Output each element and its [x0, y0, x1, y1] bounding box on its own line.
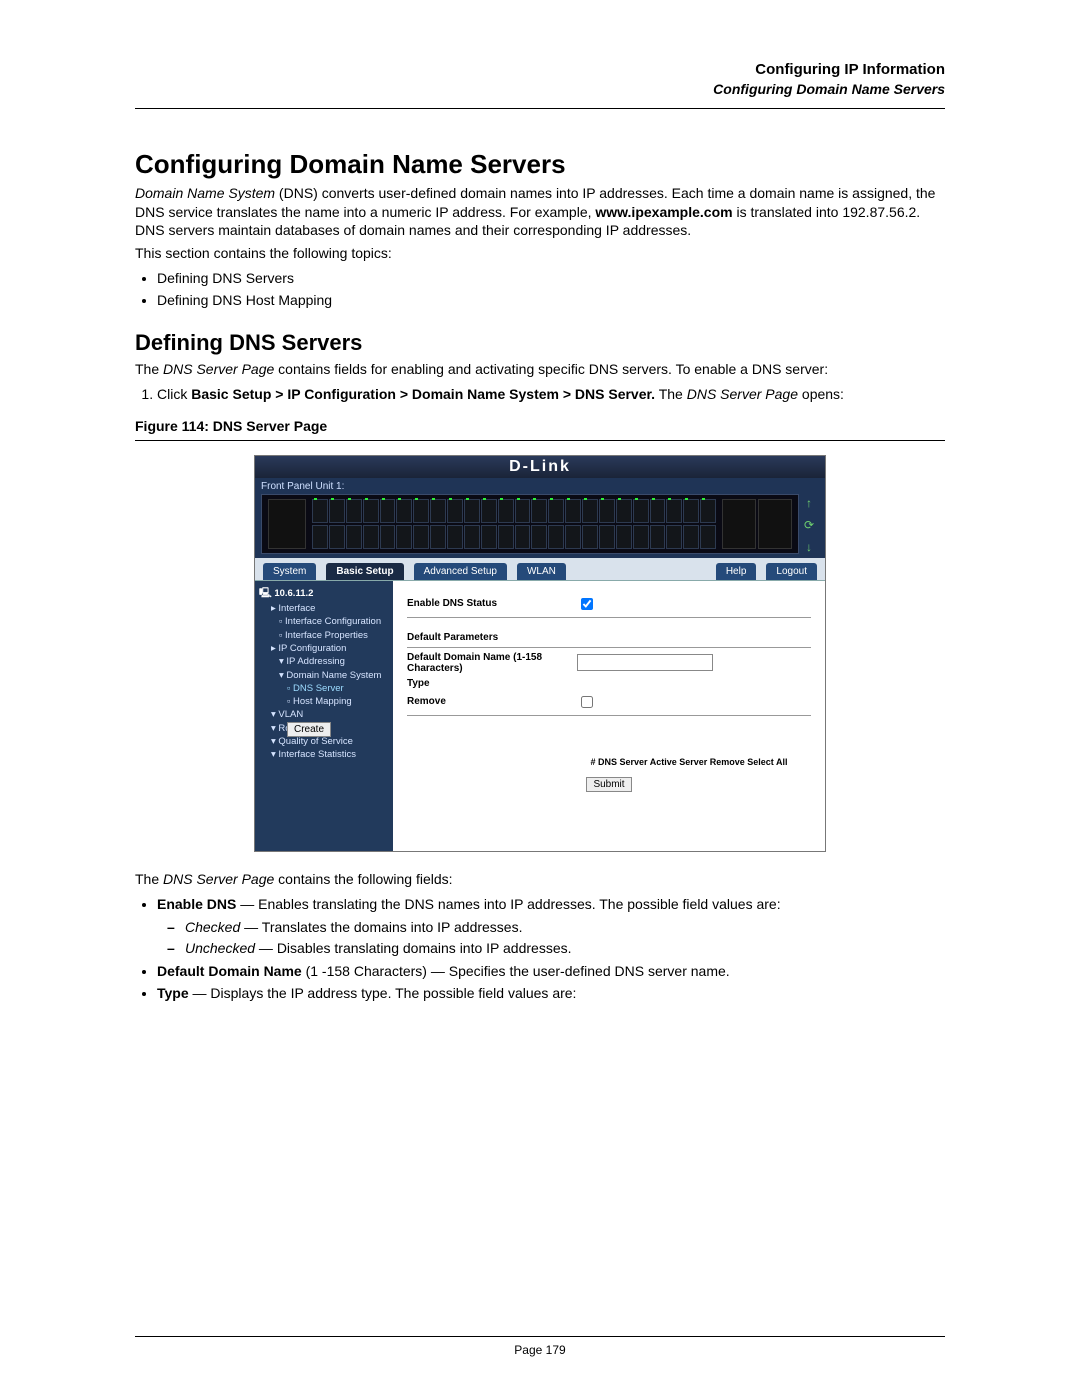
dns-server-page-screenshot: D-Link Front Panel Unit 1: [254, 455, 826, 852]
enable-dns-label: Enable DNS Status [407, 598, 577, 609]
topics-list: Defining DNS Servers Defining DNS Host M… [157, 269, 945, 310]
step-item: Click Basic Setup > IP Configuration > D… [157, 385, 945, 404]
port-row-top [312, 499, 716, 523]
enable-dns-checkbox[interactable] [581, 598, 593, 610]
default-domain-input[interactable] [577, 654, 713, 671]
fields-intro: The DNS Server Page contains the followi… [135, 870, 945, 889]
fields-list: Enable DNS — Enables translating the DNS… [157, 895, 945, 1003]
nav-host-mapping[interactable]: ▫ Host Mapping [263, 695, 389, 708]
field-enable-unchecked: Unchecked — Disables translating domains… [185, 939, 945, 958]
port-row-bottom [312, 525, 716, 549]
default-domain-label: Default Domain Name (1-158 Characters) [407, 652, 577, 674]
page-title: Configuring Domain Name Servers [135, 149, 945, 180]
create-button[interactable]: Create [287, 722, 331, 737]
field-default-domain: Default Domain Name (1 -158 Characters) … [157, 962, 945, 981]
dns-server-table-header: # DNS Server Active Server Remove Select… [567, 757, 811, 767]
switch-left-panel [268, 499, 306, 549]
nav-sidebar: 🖳 10.6.11.2 ▸ Interface ▫ Interface Conf… [255, 581, 393, 851]
figure-rule [135, 440, 945, 441]
tab-logout[interactable]: Logout [766, 563, 817, 580]
nav-ip-configuration[interactable]: ▸ IP Configuration [263, 642, 389, 655]
page-number: Page 179 [135, 1343, 945, 1357]
nav-domain-name-system[interactable]: ▾ Domain Name System [263, 669, 389, 682]
submit-button[interactable]: Submit [586, 777, 631, 792]
front-panel-label: Front Panel Unit 1: [261, 481, 819, 492]
section-heading: Defining DNS Servers [135, 330, 945, 356]
steps-list: Click Basic Setup > IP Configuration > D… [157, 385, 945, 404]
tab-system[interactable]: System [263, 563, 316, 580]
arrow-up-icon[interactable]: ↑ [806, 496, 812, 510]
field-enable-checked: Checked — Translates the domains into IP… [185, 918, 945, 937]
topic-item: Defining DNS Host Mapping [157, 291, 945, 310]
tab-wlan[interactable]: WLAN [517, 563, 566, 580]
section-contains: This section contains the following topi… [135, 244, 945, 263]
running-header-1: Configuring IP Information [135, 60, 945, 80]
nav-interface-statistics[interactable]: ▾ Interface Statistics [263, 748, 389, 761]
type-label: Type [407, 678, 577, 689]
remove-label: Remove [407, 696, 577, 707]
nav-qos[interactable]: ▾ Quality of Service [263, 735, 389, 748]
field-enable-dns: Enable DNS — Enables translating the DNS… [157, 895, 945, 959]
front-panel: Front Panel Unit 1: [255, 478, 825, 558]
running-header-2: Configuring Domain Name Servers [135, 80, 945, 98]
figure-caption: Figure 114: DNS Server Page [135, 418, 945, 434]
refresh-icon[interactable]: ⟳ [804, 518, 814, 532]
nav-dns-server[interactable]: ▫ DNS Server [263, 682, 389, 695]
switch-uplink [722, 499, 792, 549]
nav-vlan[interactable]: ▾ VLAN [263, 708, 389, 721]
default-parameters-header: Default Parameters [407, 632, 811, 643]
dns-intro: The DNS Server Page contains fields for … [135, 360, 945, 379]
intro-paragraph: Domain Name System (DNS) converts user-d… [135, 184, 945, 241]
panel-nav-arrows[interactable]: ↑ ⟳ ↓ [799, 492, 819, 558]
footer-rule [135, 1336, 945, 1337]
nav-interface-properties[interactable]: ▫ Interface Properties [263, 629, 389, 642]
switch-graphic [261, 494, 799, 554]
arrow-down-icon[interactable]: ↓ [806, 540, 812, 554]
device-ip: 🖳 10.6.11.2 [259, 587, 389, 600]
topic-item: Defining DNS Servers [157, 269, 945, 288]
header-rule [135, 108, 945, 109]
tab-basic-setup[interactable]: Basic Setup [326, 563, 403, 580]
field-type: Type — Displays the IP address type. The… [157, 984, 945, 1003]
form-content: Enable DNS Status Default Parameters Def… [393, 581, 825, 851]
tab-help[interactable]: Help [716, 563, 757, 580]
nav-interface-configuration[interactable]: ▫ Interface Configuration [263, 615, 389, 628]
brand-logo: D-Link [255, 456, 825, 478]
tab-advanced-setup[interactable]: Advanced Setup [414, 563, 507, 580]
remove-checkbox[interactable] [581, 696, 593, 708]
nav-ip-addressing[interactable]: ▾ IP Addressing [263, 655, 389, 668]
tab-bar: System Basic Setup Advanced Setup WLAN H… [255, 558, 825, 581]
nav-interface[interactable]: ▸ Interface [263, 602, 389, 615]
